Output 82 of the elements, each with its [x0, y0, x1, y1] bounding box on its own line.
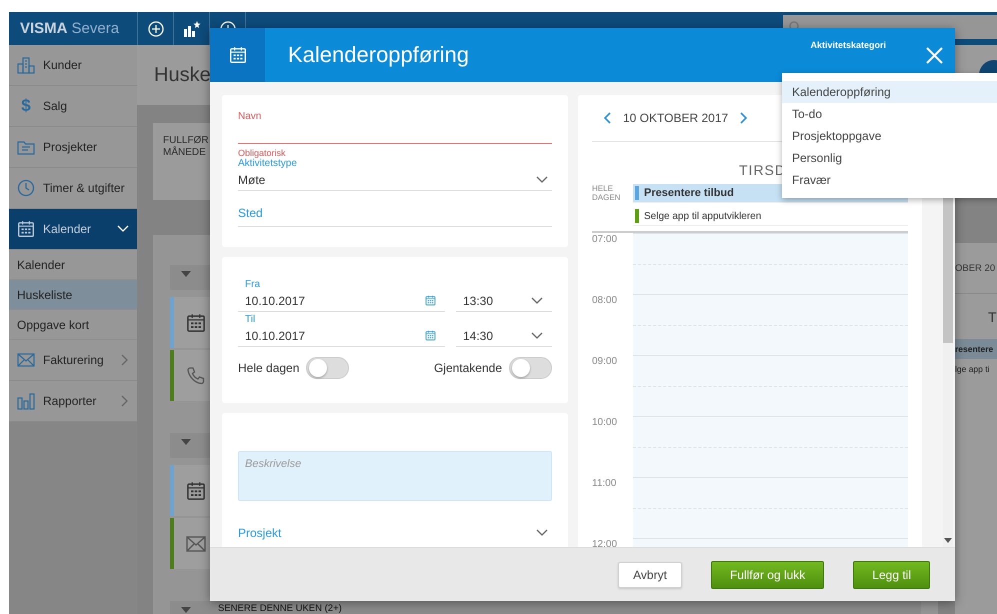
dropdown-option[interactable]: Personlig — [782, 147, 997, 169]
time-select[interactable]: 14:30 — [456, 325, 552, 347]
summary-text: MÅNEDE — [163, 147, 206, 159]
field-label: Fra — [244, 279, 261, 290]
chevron-right-icon[interactable] — [740, 112, 748, 124]
dollar-icon: $ — [17, 96, 35, 116]
cancel-button[interactable]: Avbryt — [618, 562, 682, 588]
all-day-label: HELE DAGEN — [592, 184, 620, 204]
hour-label: 11:00 — [592, 477, 618, 491]
caret-icon[interactable] — [181, 607, 191, 613]
chevron-right-icon — [121, 395, 129, 407]
field-label: Navn — [238, 111, 262, 122]
date-field[interactable]: 10.10.2017 — [238, 325, 445, 347]
hour-label: 07:00 — [592, 233, 618, 247]
buildings-icon — [17, 56, 35, 74]
category-label[interactable]: Aktivitetskategori — [810, 40, 886, 50]
scroll-down-icon[interactable] — [944, 538, 952, 543]
sidebar-item[interactable]: Prosjekter — [9, 127, 137, 168]
sidebar-item[interactable]: Fakturering — [9, 340, 137, 381]
sidebar-item[interactable]: Kalender — [9, 209, 137, 250]
toggle-switch[interactable] — [509, 357, 552, 379]
envelope-icon — [186, 536, 206, 552]
sidebar-subitem[interactable]: Kalender — [9, 250, 137, 280]
calendar-icon — [186, 480, 206, 500]
calendar-icon — [425, 295, 436, 306]
dialog-title: Kalenderoppføring — [287, 42, 470, 68]
chevron-down-icon — [536, 176, 548, 184]
chart-star-icon[interactable] — [182, 20, 200, 36]
day-header: T — [987, 308, 997, 326]
sidebar-item[interactable]: $ Salg — [9, 86, 137, 127]
page-title: Huske — [154, 64, 211, 86]
calendar-event[interactable]: lge app ti — [955, 359, 997, 379]
hour-label: 09:00 — [592, 355, 618, 369]
time-select[interactable]: 13:30 — [456, 290, 552, 312]
toggle-switch[interactable] — [306, 357, 350, 379]
toggle-label: Hele dagen — [238, 361, 300, 375]
hour-label: 10:00 — [592, 416, 618, 430]
bar-chart-icon — [17, 392, 35, 410]
field-label: Til — [244, 314, 256, 325]
add-icon[interactable] — [148, 20, 164, 36]
dropdown-option[interactable]: Kalenderoppføring — [782, 81, 997, 103]
summary-text: FULLFØR — [163, 135, 209, 146]
calendar-icon — [17, 220, 35, 238]
close-icon[interactable] — [926, 46, 943, 64]
dropdown-option[interactable]: Prosjektoppgave — [782, 125, 997, 147]
group-header[interactable]: SENERE DENNE UKEN (2+) — [170, 601, 921, 614]
field-label: Aktivitetstype — [238, 158, 298, 169]
chevron-right-icon — [121, 354, 129, 366]
chevron-down-icon — [531, 332, 543, 340]
chevron-down-icon — [117, 225, 129, 233]
calendar-event[interactable]: resentere — [955, 339, 997, 359]
envelope-icon — [17, 353, 35, 367]
sidebar-subitem[interactable]: Huskeliste — [9, 280, 137, 310]
sidebar-item[interactable]: Timer & utgifter — [9, 168, 137, 209]
location-field[interactable]: Sted — [238, 199, 552, 227]
sidebar-item[interactable]: Rapporter — [9, 381, 137, 422]
date-field[interactable]: 10.10.2017 — [238, 290, 445, 312]
hour-label: 12:00 — [592, 538, 618, 547]
confirm-button[interactable]: Fullfør og lukk — [710, 560, 824, 588]
dropdown-option[interactable]: To-do — [782, 103, 997, 125]
caret-icon[interactable] — [181, 439, 191, 445]
chevron-down-icon — [536, 528, 548, 536]
error-message: Obligatorisk — [238, 148, 287, 158]
sidebar-item[interactable]: Kunder — [9, 45, 137, 86]
sidebar-subitem[interactable]: Oppgave kort — [9, 310, 137, 340]
caret-icon[interactable] — [181, 271, 191, 277]
calendar-icon — [425, 330, 436, 341]
chevron-down-icon — [531, 296, 543, 304]
app-logo[interactable]: VISMA Severa — [9, 20, 137, 37]
calendar-icon — [228, 46, 246, 64]
calendar-event[interactable]: Selge app til apputvikleren — [633, 207, 908, 226]
calendar-icon — [186, 312, 206, 332]
clock-icon — [17, 179, 35, 197]
phone-icon — [186, 366, 206, 386]
group-title: SENERE DENNE UKEN (2+) — [218, 604, 342, 613]
hour-label: 08:00 — [592, 294, 618, 308]
description-field[interactable]: Beskrivelse — [238, 451, 552, 501]
confirm-button[interactable]: Legg til — [853, 560, 930, 588]
activity-type-select[interactable]: Møte — [238, 169, 552, 191]
toggle-label: Gjentakende — [434, 361, 502, 375]
chevron-left-icon[interactable] — [603, 112, 611, 124]
calendar-date: 10 OKTOBER 2017 — [623, 111, 728, 125]
